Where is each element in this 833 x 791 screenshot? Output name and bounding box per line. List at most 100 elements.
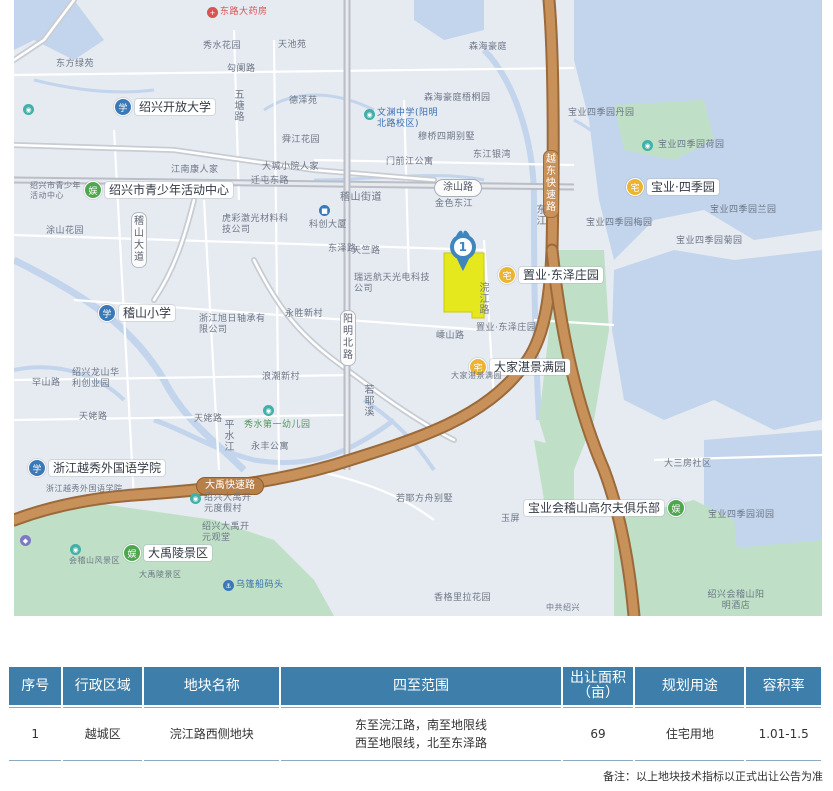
office-building-icon: ■	[319, 205, 330, 216]
map-label: 金色东江	[435, 199, 474, 209]
map-label: 玉屏	[501, 514, 521, 524]
map-label: 浙江越秀外国语学院	[46, 484, 123, 493]
map-label: 东江银湾	[473, 150, 512, 160]
poi-baoye-siji-garden[interactable]: 宅 宝业·四季园	[626, 178, 719, 196]
poi-jishan-primary-school[interactable]: 学 稽山小学	[98, 304, 176, 322]
poi-dongze-manor[interactable]: 宅 置业·东泽庄园	[498, 266, 603, 284]
map-label: 罕山路	[32, 378, 61, 388]
poi-label: 大家湛景满园	[490, 359, 571, 375]
poi-label: 宝业会稽山高尔夫俱乐部	[524, 500, 665, 516]
map-label: 门前江公寓	[386, 157, 434, 167]
map-label: 宝业四季园兰园	[710, 205, 777, 215]
map-label: 天池苑	[278, 40, 307, 50]
map-label: 若耶方舟别墅	[396, 494, 454, 504]
poi-yuexiu-university[interactable]: 学 浙江越秀外国语学院	[28, 459, 166, 477]
map-label: 绍兴会稽山阳明酒店	[707, 590, 765, 611]
map-label: 江南康人家	[171, 165, 219, 175]
header-seq: 序号	[9, 667, 62, 705]
header-far: 容积率	[746, 667, 821, 705]
cell-parcel-name: 浣江路西侧地块	[144, 707, 280, 761]
map-panel[interactable]: 1 涂山路 大禹快速路 阳明北路 越东快速路 稽山大道 学 绍兴开放大学 娱 绍…	[14, 0, 822, 616]
marker-number: 1	[458, 240, 468, 254]
entertainment-icon: 娱	[84, 181, 102, 199]
land-parcel-table-container: 序号 行政区域 地块名称 四至范围 出让面积（亩） 规划用途 容积率 1 越城区…	[7, 665, 823, 763]
map-label: 置业·东泽庄园	[476, 323, 537, 333]
road-label-yangming: 阳明北路	[340, 310, 356, 366]
map-label: 文渊中学(阳明北路校区)	[377, 108, 439, 129]
map-label: 平水江	[224, 420, 235, 453]
garden-marker-icon: ◉	[642, 140, 653, 151]
education-icon: 学	[28, 459, 46, 477]
poi-youth-activity-center[interactable]: 娱 绍兴市青少年活动中心	[84, 181, 234, 199]
poi-label: 稽山小学	[119, 305, 176, 321]
poi-label: 置业·东泽庄园	[519, 267, 603, 283]
map-label: 宝业四季园润园	[708, 510, 775, 520]
header-parcel-name: 地块名称	[144, 667, 280, 705]
map-label: 浙江旭日轴承有限公司	[199, 314, 266, 335]
poi-dayuling-scenic-area[interactable]: 娱 大禹陵景区	[123, 544, 213, 562]
map-label: 永丰公寓	[251, 442, 290, 452]
map-label: 嵊山路	[436, 331, 465, 341]
map-label: 绍兴市青少年活动中心	[30, 181, 81, 200]
road-label-jishan-avenue: 稽山大道	[131, 212, 147, 268]
map-label: 天竺路	[352, 246, 381, 256]
cell-bounds: 东至浣江路，南至地限线 西至地限线，北至东泽路	[281, 707, 561, 761]
poi-label: 宝业·四季园	[647, 179, 719, 195]
school-marker-icon: ◉	[364, 109, 375, 120]
map-label: 涂山花园	[46, 226, 85, 236]
cell-seq: 1	[9, 707, 62, 761]
map-label: 勾阑路	[227, 64, 256, 74]
map-label: 宝业四季园丹园	[568, 108, 635, 118]
map-label: 宝业四季园菊园	[676, 236, 743, 246]
header-land-use: 规划用途	[635, 667, 745, 705]
cell-far: 1.01-1.5	[746, 707, 821, 761]
map-label: 绍兴大禹开元度假村	[204, 493, 252, 514]
land-parcel-table: 序号 行政区域 地块名称 四至范围 出让面积（亩） 规划用途 容积率 1 越城区…	[7, 665, 823, 763]
resort-icon: ◉	[190, 493, 201, 504]
poi-golf-club[interactable]: 宝业会稽山高尔夫俱乐部 娱	[524, 499, 686, 517]
map-label: 东方绿苑	[56, 59, 95, 69]
map-label: 会稽山风景区	[69, 556, 120, 565]
table-row: 1 越城区 浣江路西侧地块 东至浣江路，南至地限线 西至地限线，北至东泽路 69…	[9, 707, 821, 761]
poi-label: 绍兴开放大学	[135, 99, 216, 115]
footnote: 备注：以上地块技术指标以正式出让公告为准	[603, 770, 823, 783]
header-district: 行政区域	[63, 667, 143, 705]
education-icon: 学	[98, 304, 116, 322]
map-label: 东路大药房	[220, 7, 268, 17]
poi-label: 浙江越秀外国语学院	[49, 460, 166, 476]
residential-icon: 宅	[498, 266, 516, 284]
map-label: 若耶溪	[364, 385, 375, 418]
poi-label: 大禹陵景区	[144, 545, 213, 561]
cell-land-use: 住宅用地	[635, 707, 745, 761]
kindergarten-icon: ◉	[263, 405, 274, 416]
map-label: 浣江路	[479, 283, 490, 316]
building-marker-icon: ◆	[20, 535, 31, 546]
map-label: 舜江花园	[282, 135, 321, 145]
map-label: 浪潮新村	[262, 372, 301, 382]
map-label: 绍兴大禹开元观堂	[202, 522, 250, 543]
map-label: 迁屯东路	[251, 176, 290, 186]
map-label: 中共绍兴	[546, 603, 580, 612]
bounds-line-2: 西至地限线，北至东泽路	[355, 736, 488, 750]
map-label: 虎彩激光材料科技公司	[222, 214, 289, 235]
bounds-line-1: 东至浣江路，南至地限线	[355, 718, 488, 732]
entertainment-icon: 娱	[123, 544, 141, 562]
road-label-tushan: 涂山路	[434, 179, 482, 197]
map-label: 永胜新村	[285, 309, 324, 319]
map-label: 宝业四季园梅园	[586, 218, 653, 228]
header-area: 出让面积（亩）	[562, 667, 634, 705]
entertainment-icon: 娱	[667, 499, 686, 517]
cell-area: 69	[562, 707, 634, 761]
map-label: 天姥路	[79, 412, 108, 422]
poi-shaoxing-open-university[interactable]: 学 绍兴开放大学	[114, 98, 216, 116]
education-icon: 学	[114, 98, 132, 116]
cell-district: 越城区	[63, 707, 143, 761]
map-label: 大城小院人家	[262, 162, 320, 172]
map-label: 东江	[536, 205, 547, 227]
map-label: 乌篷船码头	[236, 580, 284, 590]
residential-icon: 宅	[626, 178, 644, 196]
map-label: 大家湛景满园	[451, 371, 502, 380]
map-label: 大禹陵景区	[139, 570, 182, 579]
map-label: 香格里拉花园	[434, 593, 492, 603]
map-label: 森海豪庭	[469, 42, 508, 52]
